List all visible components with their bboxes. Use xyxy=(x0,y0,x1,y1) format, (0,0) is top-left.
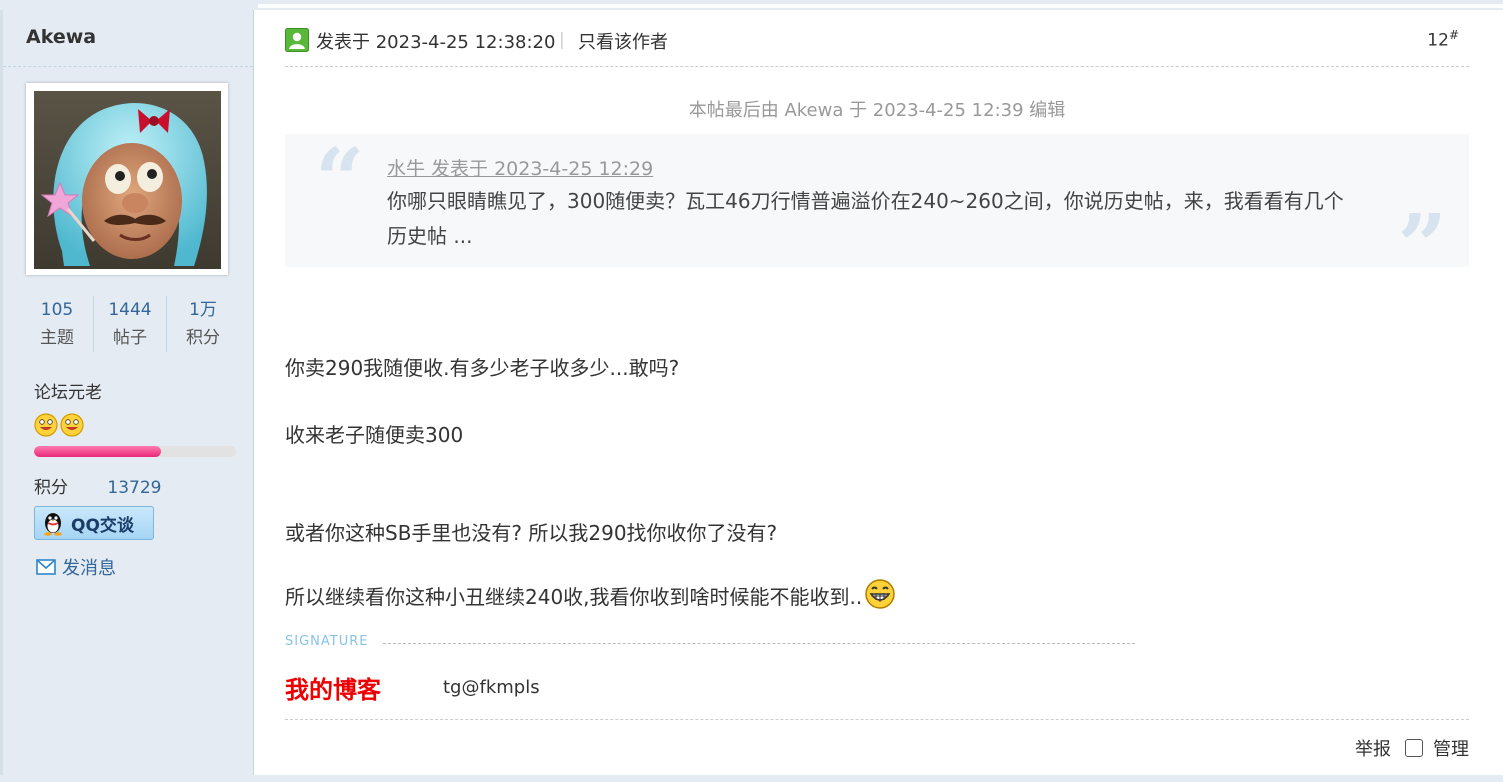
signature-divider: SIGNATURE xyxy=(285,634,1135,652)
post-line: 收来老子随便卖300 xyxy=(285,423,464,447)
avatar-image xyxy=(34,91,221,269)
post-line: 所以继续看你这种小丑继续240收,我看你收到啥时候能不能收到.. xyxy=(285,585,863,609)
grin-emoji-icon xyxy=(865,579,895,609)
post-actions: 举报 管理 xyxy=(1355,735,1469,761)
edit-note: 本帖最后由 Akewa 于 2023-4-25 12:39 编辑 xyxy=(688,100,1066,121)
stat-label: 主题 xyxy=(40,328,74,348)
points-row: 积分 13729 xyxy=(34,473,162,498)
quote-text: 你哪只眼睛瞧见了，300随便卖？瓦工46刀行情普遍溢价在240~260之间，你说… xyxy=(387,189,1344,248)
stat-label: 帖子 xyxy=(113,328,147,348)
stat-posts[interactable]: 1444 帖子 xyxy=(94,296,167,352)
user-group-title: 论坛元老 xyxy=(34,383,102,403)
bottom-strip xyxy=(0,775,1503,782)
quote-block: “ 水牛 发表于 2023-4-25 12:29 你哪只眼睛瞧见了，300随便卖… xyxy=(285,130,1469,290)
stat-topics[interactable]: 105 主题 xyxy=(21,296,94,352)
sidebar-divider xyxy=(3,66,253,67)
stat-value: 1万 xyxy=(189,300,217,320)
smiley-icon xyxy=(60,413,84,437)
floor-value: 12 xyxy=(1427,30,1449,51)
qq-chat-button[interactable]: QQ交谈 xyxy=(34,506,154,540)
level-progress-fill xyxy=(34,446,162,457)
points-label: 积分 xyxy=(34,478,68,498)
author-username[interactable]: Akewa xyxy=(26,26,96,48)
post-line: 你卖290我随便收.有多少老子收多少...敢吗? xyxy=(285,356,680,380)
stat-label: 积分 xyxy=(186,328,220,348)
avatar[interactable] xyxy=(26,83,228,275)
floor-mark: # xyxy=(1448,28,1459,42)
header-separator: | xyxy=(559,30,565,50)
points-value: 13729 xyxy=(107,478,162,498)
qq-penguin-icon xyxy=(44,513,62,536)
manage-link[interactable]: 管理 xyxy=(1433,735,1469,761)
signature-tg: tg@fkmpls xyxy=(443,677,540,698)
author-stats: 105 主题 1444 帖子 1万 积分 xyxy=(21,296,241,352)
signature-label: SIGNATURE xyxy=(285,634,369,649)
level-progress-bar xyxy=(34,446,236,457)
author-sidebar: Akewa 105 主题 1444 帖子 1万 积分 论坛元老 积分 13729… xyxy=(3,10,254,775)
quote-source-link[interactable]: 水牛 发表于 2023-4-25 12:29 xyxy=(387,154,653,181)
post-line-with-emoji: 所以继续看你这种小丑继续240收,我看你收到啥时候能不能收到.. xyxy=(285,578,896,610)
rank-icons xyxy=(34,413,84,437)
user-online-icon xyxy=(285,28,309,52)
smiley-icon xyxy=(34,413,58,437)
stat-value: 105 xyxy=(40,300,74,320)
only-author-link[interactable]: 只看该作者 xyxy=(578,28,668,54)
footer-divider xyxy=(285,719,1469,720)
stat-credits[interactable]: 1万 积分 xyxy=(167,296,239,352)
post-header: 发表于 2023-4-25 12:38:20 | 只看该作者 12# xyxy=(285,26,1469,67)
post-line: 或者你这种SB手里也没有? 所以我290找你收你了没有? xyxy=(285,521,778,545)
report-link[interactable]: 举报 xyxy=(1355,735,1391,761)
send-message-link[interactable]: 发消息 xyxy=(36,554,116,580)
blog-link[interactable]: 我的博客 xyxy=(285,670,381,705)
send-message-label: 发消息 xyxy=(62,558,116,579)
quote-open-icon: “ xyxy=(315,130,365,231)
manage-checkbox[interactable] xyxy=(1405,739,1423,757)
stat-value: 1444 xyxy=(108,300,152,320)
qq-chat-label: QQ交谈 xyxy=(71,515,134,536)
top-strip xyxy=(0,0,1503,10)
floor-number[interactable]: 12# xyxy=(1427,28,1459,51)
forum-post: Akewa 105 主题 1444 帖子 1万 积分 论坛元老 积分 13729… xyxy=(0,0,1503,782)
post-time: 发表于 2023-4-25 12:38:20 xyxy=(316,32,556,53)
envelope-icon xyxy=(36,559,56,575)
quote-close-icon: ” xyxy=(1397,196,1447,297)
